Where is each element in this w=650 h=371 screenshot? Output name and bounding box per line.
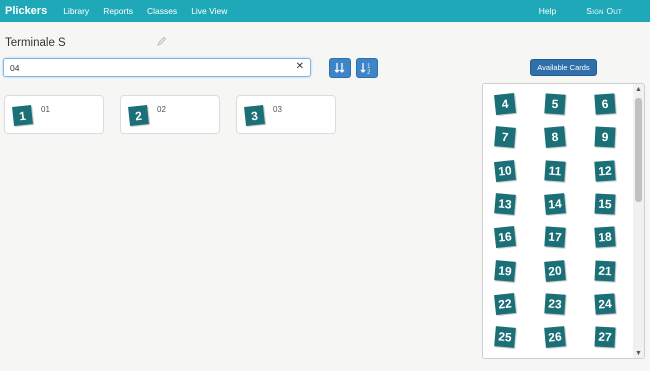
available-card-6[interactable]: 6 xyxy=(594,93,616,115)
available-card-16[interactable]: 16 xyxy=(494,226,516,249)
nav-reports[interactable]: Reports xyxy=(103,6,133,16)
available-card-7[interactable]: 7 xyxy=(494,126,516,149)
section-title: Terminale S xyxy=(5,37,66,49)
available-card-25[interactable]: 25 xyxy=(494,326,516,348)
nav-classes[interactable]: Classes xyxy=(147,6,177,16)
card-number-badge: 3 xyxy=(244,105,265,126)
top-navbar: Plickers Library Reports Classes Live Vi… xyxy=(0,0,650,22)
available-card-18[interactable]: 18 xyxy=(594,226,616,248)
scrollbar[interactable]: ▲ ▼ xyxy=(633,84,644,358)
available-card-19[interactable]: 19 xyxy=(494,259,516,282)
available-card-14[interactable]: 14 xyxy=(544,193,566,215)
clear-search-icon[interactable]: ✕ xyxy=(296,61,304,72)
card-label: 03 xyxy=(273,105,282,114)
available-card-27[interactable]: 27 xyxy=(594,326,616,348)
available-card-15[interactable]: 15 xyxy=(594,193,616,215)
svg-text:2: 2 xyxy=(367,70,371,76)
available-card-13[interactable]: 13 xyxy=(494,193,516,215)
nav-help[interactable]: Help xyxy=(539,6,556,16)
available-card-24[interactable]: 24 xyxy=(594,293,616,315)
available-card-8[interactable]: 8 xyxy=(544,126,566,149)
sort-numeric-button[interactable]: 1 2 xyxy=(356,58,378,78)
result-card-3[interactable]: 3 03 xyxy=(236,95,336,134)
nav-sign-out[interactable]: Sign Out xyxy=(586,6,622,16)
card-label: 02 xyxy=(157,105,166,114)
available-card-4[interactable]: 4 xyxy=(494,93,516,115)
scroll-thumb[interactable] xyxy=(635,98,642,202)
available-card-26[interactable]: 26 xyxy=(544,326,566,348)
nav-live-view[interactable]: Live View xyxy=(191,6,227,16)
brand-logo[interactable]: Plickers xyxy=(5,5,47,17)
available-card-20[interactable]: 20 xyxy=(544,259,566,282)
available-cards-button[interactable]: Available Cards xyxy=(530,59,597,76)
available-card-21[interactable]: 21 xyxy=(594,259,616,282)
sort-numeric-icon: 1 2 xyxy=(360,63,371,76)
available-cards-panel: 4 5 6 7 8 9 10 11 12 13 14 15 16 17 18 19 20 21 22 23 24 25 26… xyxy=(482,83,645,359)
nav-library[interactable]: Library xyxy=(63,6,89,16)
result-card-1[interactable]: 1 01 xyxy=(4,95,104,134)
scroll-down-icon[interactable]: ▼ xyxy=(633,348,644,358)
search-field: ✕ xyxy=(3,58,311,77)
search-input[interactable] xyxy=(10,62,280,74)
available-card-12[interactable]: 12 xyxy=(594,159,616,182)
scroll-up-icon[interactable]: ▲ xyxy=(633,84,644,94)
available-card-10[interactable]: 10 xyxy=(494,159,516,182)
sort-ascending-button[interactable] xyxy=(329,58,351,78)
sort-ascending-icon xyxy=(334,63,345,73)
available-card-9[interactable]: 9 xyxy=(594,126,616,148)
card-number-badge: 1 xyxy=(12,105,33,126)
available-card-5[interactable]: 5 xyxy=(544,93,566,115)
nav-right-group: Help Sign Out xyxy=(539,0,650,22)
result-card-2[interactable]: 2 02 xyxy=(120,95,220,134)
available-card-17[interactable]: 17 xyxy=(544,226,566,248)
card-number-badge: 2 xyxy=(128,105,149,126)
available-card-11[interactable]: 11 xyxy=(544,159,566,182)
available-card-23[interactable]: 23 xyxy=(544,293,566,315)
card-label: 01 xyxy=(41,105,50,114)
available-card-22[interactable]: 22 xyxy=(494,292,516,315)
pencil-icon[interactable] xyxy=(157,36,167,46)
